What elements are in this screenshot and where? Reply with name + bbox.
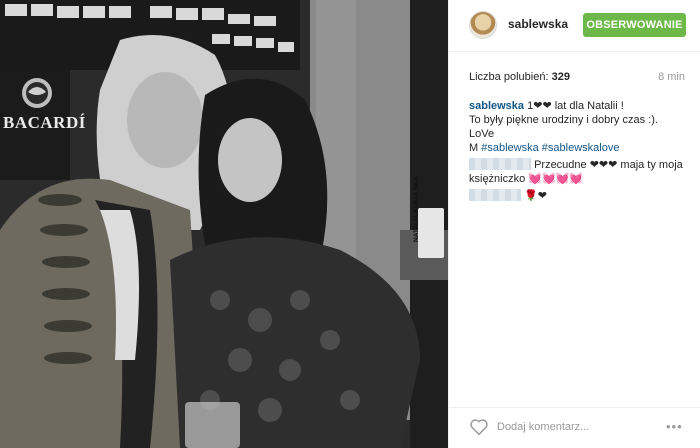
follow-button[interactable]: OBSERWOWANIE — [583, 13, 686, 37]
blurred-username[interactable] — [469, 189, 521, 201]
likes-row: Liczba polubień: 329 8 min — [469, 71, 685, 85]
list-item: Przecudne ❤❤❤ maja ty moja księżniczko 💓… — [469, 158, 685, 186]
comment-text-line4: M — [469, 142, 479, 154]
post-sidebar: sablewska OBSERWOWANIE Liczba polubień: … — [448, 0, 700, 448]
list-item: 🌹❤ — [469, 189, 685, 203]
likes-count[interactable]: 329 — [552, 71, 570, 83]
more-options-icon[interactable]: ••• — [666, 419, 683, 434]
comment-text-line1: 1❤❤ lat dla Natalii ! — [527, 100, 624, 112]
likes-label: Liczba polubień: — [469, 71, 549, 83]
post-header: sablewska OBSERWOWANIE — [449, 0, 700, 52]
post-footer: ••• — [449, 407, 700, 448]
hashtag-link[interactable]: #sablewska — [481, 142, 538, 154]
hashtag-link[interactable]: #sablewskalove — [542, 142, 620, 154]
comments-list: sablewska 1❤❤ lat dla Natalii ! To były … — [469, 99, 685, 206]
comment-username[interactable]: sablewska — [469, 100, 524, 112]
cup-label: NATALIA KUKULSKA — [413, 176, 420, 242]
avatar[interactable] — [469, 11, 497, 39]
photo-scene — [0, 0, 448, 448]
bacardi-logo-text: BACARDÍ — [3, 113, 86, 132]
comment-input[interactable] — [497, 419, 647, 435]
blurred-username[interactable] — [469, 158, 531, 170]
comment-text: 🌹❤ — [524, 190, 547, 202]
header-username[interactable]: sablewska — [508, 17, 568, 31]
caption-comment: sablewska 1❤❤ lat dla Natalii ! To były … — [469, 99, 685, 155]
comment-text-line3: LoVe — [469, 128, 495, 140]
post-photo[interactable]: BACARDÍ NATALIA KUKULSKA — [0, 0, 448, 448]
heart-icon[interactable] — [469, 418, 489, 436]
comment-text-line2: To były piękne urodziny i dobry czas :). — [469, 114, 658, 126]
post-time[interactable]: 8 min — [658, 71, 685, 83]
